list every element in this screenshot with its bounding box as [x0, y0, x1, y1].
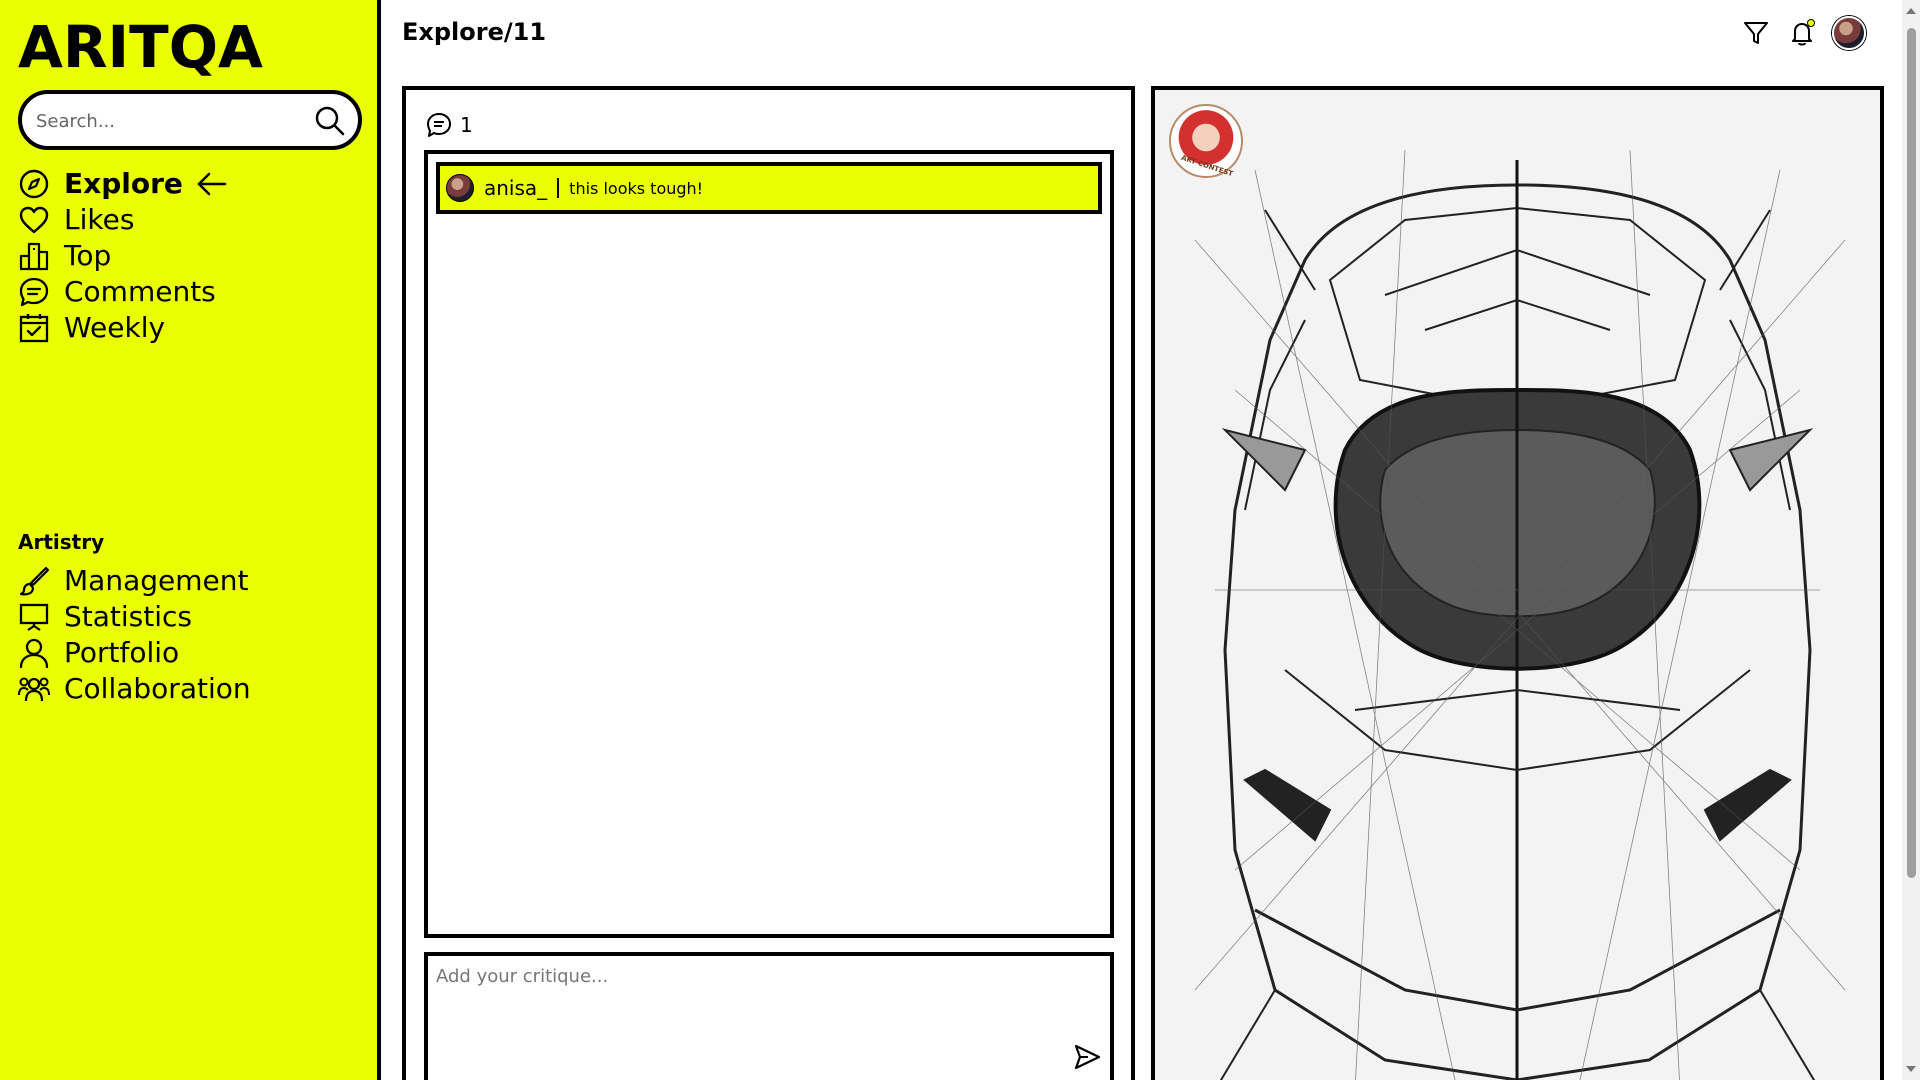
section-title-artistry: Artistry [18, 530, 105, 554]
nav-label-management: Management [64, 564, 249, 597]
search-icon[interactable] [314, 105, 346, 137]
nav-item-weekly[interactable]: Weekly [18, 310, 229, 346]
page-scrollbar[interactable] [1902, 0, 1920, 1080]
nav-label-weekly: Weekly [64, 311, 166, 344]
heart-icon [18, 204, 50, 236]
send-icon[interactable] [1072, 1042, 1102, 1072]
commenter-username[interactable]: anisa_ [484, 176, 547, 200]
nav-label-top: Top [64, 239, 112, 272]
notification-dot [1807, 19, 1815, 27]
main-nav: Explore Likes Top Comments Weekly [18, 166, 229, 346]
header-actions [1740, 16, 1866, 50]
search-box [18, 90, 362, 150]
comment-divider [557, 178, 560, 198]
easel-icon [18, 601, 50, 633]
chat-icon [18, 276, 50, 308]
search-input[interactable] [36, 108, 306, 134]
sidebar: ARITQA Explore Likes Top Comments Weekly [0, 0, 381, 1080]
nav-item-top[interactable]: Top [18, 238, 229, 274]
user-icon [18, 637, 50, 669]
critique-input[interactable] [436, 966, 1036, 1056]
compass-icon [18, 168, 50, 200]
nav-label-collaboration: Collaboration [64, 672, 251, 705]
filter-icon[interactable] [1740, 16, 1772, 50]
critique-box [424, 952, 1114, 1080]
page-title: Explore/11 [402, 18, 547, 46]
nav-item-portfolio[interactable]: Portfolio [18, 635, 251, 671]
nav-item-explore[interactable]: Explore [18, 166, 229, 202]
nav-label-comments: Comments [64, 275, 216, 308]
bell-icon[interactable] [1786, 16, 1818, 50]
nav-label-likes: Likes [64, 203, 135, 236]
artwork-car-sketch [1155, 90, 1880, 1080]
nav-item-comments[interactable]: Comments [18, 274, 229, 310]
artwork-panel[interactable]: ART CONTEST [1151, 86, 1884, 1080]
users-icon [18, 673, 50, 705]
artistry-nav: Management Statistics Portfolio Collabor… [18, 563, 251, 707]
nav-label-explore: Explore [64, 167, 183, 200]
app-logo[interactable]: ARITQA [18, 16, 263, 78]
comment-count: 1 [426, 112, 473, 138]
calendar-check-icon [18, 312, 50, 344]
scroll-down-icon[interactable] [1906, 1066, 1916, 1072]
art-contest-badge: ART CONTEST [1169, 104, 1243, 178]
nav-item-management[interactable]: Management [18, 563, 251, 599]
nav-item-collaboration[interactable]: Collaboration [18, 671, 251, 707]
arrow-left-icon [195, 169, 229, 199]
user-avatar[interactable] [1832, 16, 1866, 50]
comment-count-value: 1 [460, 113, 473, 137]
nav-item-statistics[interactable]: Statistics [18, 599, 251, 635]
brush-icon [18, 565, 50, 597]
chat-icon [427, 113, 451, 137]
comment-list: anisa_ this looks tough! [424, 150, 1114, 938]
nav-label-statistics: Statistics [64, 600, 192, 633]
commenter-avatar[interactable] [446, 174, 474, 202]
nav-item-likes[interactable]: Likes [18, 202, 229, 238]
scroll-up-icon[interactable] [1906, 8, 1916, 14]
comment-text: this looks tough! [569, 178, 704, 198]
comment-item[interactable]: anisa_ this looks tough! [436, 162, 1102, 214]
scroll-thumb[interactable] [1907, 28, 1916, 878]
podium-icon [18, 240, 50, 272]
comments-panel: 1 anisa_ this looks tough! [402, 86, 1135, 1080]
nav-label-portfolio: Portfolio [64, 636, 180, 669]
